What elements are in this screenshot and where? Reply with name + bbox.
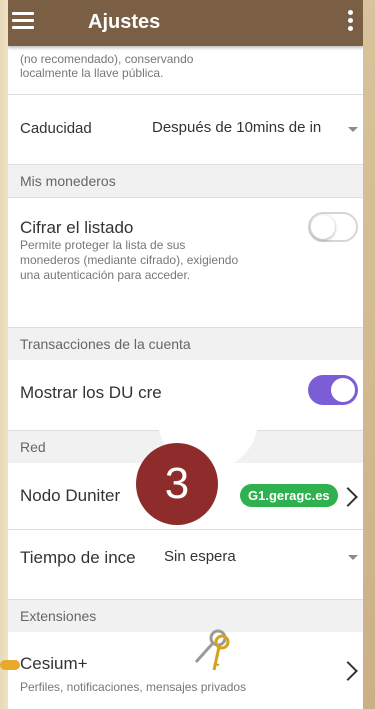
chevron-right-icon[interactable] bbox=[338, 661, 358, 681]
top-note-line1: (no recomendado), conservando bbox=[20, 52, 194, 66]
cesium-description: Perfiles, notificaciones, mensajes priva… bbox=[20, 680, 247, 694]
caducidad-label: Caducidad bbox=[20, 120, 92, 137]
settings-screen: Ajustes (no recomendado), conservando lo… bbox=[8, 0, 363, 709]
section-extensiones: Extensiones bbox=[8, 599, 363, 633]
section-label: Extensiones bbox=[20, 608, 97, 624]
top-note: (no recomendado), conservando localmente… bbox=[20, 52, 193, 80]
tiempo-select[interactable]: Sin espera bbox=[164, 548, 236, 565]
step-number-badge: 3 bbox=[136, 443, 218, 525]
tiempo-label: Tiempo de ince bbox=[20, 548, 136, 567]
cifrar-desc-line2: monederos (mediante cifrado), exigiendo bbox=[20, 253, 239, 267]
chevron-right-icon[interactable] bbox=[338, 487, 358, 507]
more-vert-icon[interactable] bbox=[345, 10, 355, 36]
menu-icon[interactable] bbox=[12, 12, 34, 32]
mostrar-du-toggle[interactable] bbox=[308, 375, 358, 405]
cifrar-toggle[interactable] bbox=[308, 212, 358, 242]
mostrar-du-label: Mostrar los DU cre bbox=[20, 383, 162, 402]
app-bar: Ajustes bbox=[8, 0, 363, 46]
cesium-label: Cesium+ bbox=[20, 654, 88, 673]
section-transacciones: Transacciones de la cuenta bbox=[8, 327, 363, 361]
keys-icon bbox=[194, 629, 230, 671]
cifrar-desc-line1: Permite proteger la lista de sus bbox=[20, 238, 186, 252]
caducidad-row[interactable]: Caducidad Después de 10mins de in bbox=[8, 95, 363, 165]
section-label: Red bbox=[20, 439, 46, 455]
nodo-label: Nodo Duniter bbox=[20, 486, 121, 505]
section-label: Mis monederos bbox=[20, 173, 116, 189]
section-mis-monederos: Mis monederos bbox=[8, 164, 363, 198]
caducidad-select[interactable]: Después de 10mins de in bbox=[152, 119, 321, 136]
node-badge: G1.geragc.es bbox=[240, 484, 338, 507]
cifrar-row[interactable]: Cifrar el listado Permite proteger la li… bbox=[8, 198, 363, 308]
cifrar-label: Cifrar el listado bbox=[20, 218, 134, 237]
top-note-line2: localmente la llave pública. bbox=[20, 66, 164, 80]
pointer-indicator bbox=[0, 660, 20, 670]
caret-down-icon bbox=[348, 127, 358, 132]
page-title: Ajustes bbox=[88, 11, 161, 33]
tiempo-row[interactable]: Tiempo de ince Sin espera bbox=[8, 530, 363, 586]
section-label: Transacciones de la cuenta bbox=[20, 336, 191, 352]
cifrar-desc-line3: una autenticación para acceder. bbox=[20, 268, 191, 282]
caret-down-icon bbox=[348, 555, 358, 560]
cesium-row[interactable]: Cesium+ Perfiles, notificaciones, mensaj… bbox=[8, 632, 363, 709]
cifrar-description: Permite proteger la lista de sus moneder… bbox=[20, 238, 238, 283]
